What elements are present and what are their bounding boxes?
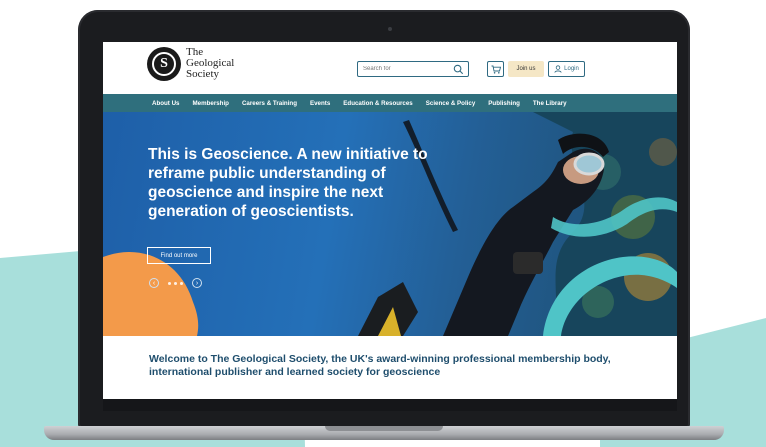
- carousel-dot[interactable]: [168, 281, 171, 285]
- join-us-button[interactable]: Join us: [508, 61, 544, 77]
- cart-button[interactable]: [487, 61, 504, 77]
- nav-item-careers-training[interactable]: Careers & Training: [242, 100, 297, 107]
- nav-item-membership[interactable]: Membership: [193, 100, 229, 107]
- nav-item-the-library[interactable]: The Library: [533, 100, 567, 107]
- browser-viewport: S The Geological Society Join us: [103, 42, 677, 409]
- screen-bezel-bottom: [103, 399, 677, 411]
- nav-item-publishing[interactable]: Publishing: [488, 100, 520, 107]
- login-label: Login: [564, 66, 579, 72]
- cart-icon: [491, 65, 501, 74]
- nav-item-science-policy[interactable]: Science & Policy: [426, 100, 476, 107]
- chevron-left-icon[interactable]: ‹: [149, 278, 159, 288]
- society-logo[interactable]: S: [147, 47, 181, 81]
- carousel-dot[interactable]: [174, 281, 177, 285]
- nav-item-education-resources[interactable]: Education & Resources: [343, 100, 412, 107]
- nav-item-about-us[interactable]: About Us: [152, 100, 180, 107]
- logo-monogram: S: [152, 52, 176, 76]
- logo-line: Society: [186, 68, 219, 80]
- carousel-controls: ‹ ›: [149, 277, 202, 289]
- user-icon: [554, 65, 562, 73]
- login-button[interactable]: Login: [548, 61, 585, 77]
- carousel-dots: [168, 281, 183, 285]
- logo-wordmark[interactable]: The Geological Society: [186, 47, 266, 80]
- carousel-dot[interactable]: [180, 281, 183, 285]
- chevron-right-icon[interactable]: ›: [192, 278, 202, 288]
- laptop-camera: [388, 27, 392, 31]
- nav-item-events[interactable]: Events: [310, 100, 330, 107]
- welcome-text: Welcome to The Geological Society, the U…: [149, 353, 611, 378]
- laptop-notch: [325, 426, 443, 431]
- search-box: [357, 61, 469, 77]
- search-input[interactable]: [363, 66, 448, 72]
- hero-title: This is Geoscience. A new initiative to …: [148, 146, 428, 220]
- find-out-more-button[interactable]: Find out more: [147, 247, 211, 264]
- search-icon[interactable]: [453, 64, 464, 75]
- hero-banner: This is Geoscience. A new initiative to …: [103, 112, 677, 336]
- site-header: S The Geological Society Join us: [103, 42, 677, 94]
- main-nav: About Us Membership Careers & Training E…: [103, 94, 677, 112]
